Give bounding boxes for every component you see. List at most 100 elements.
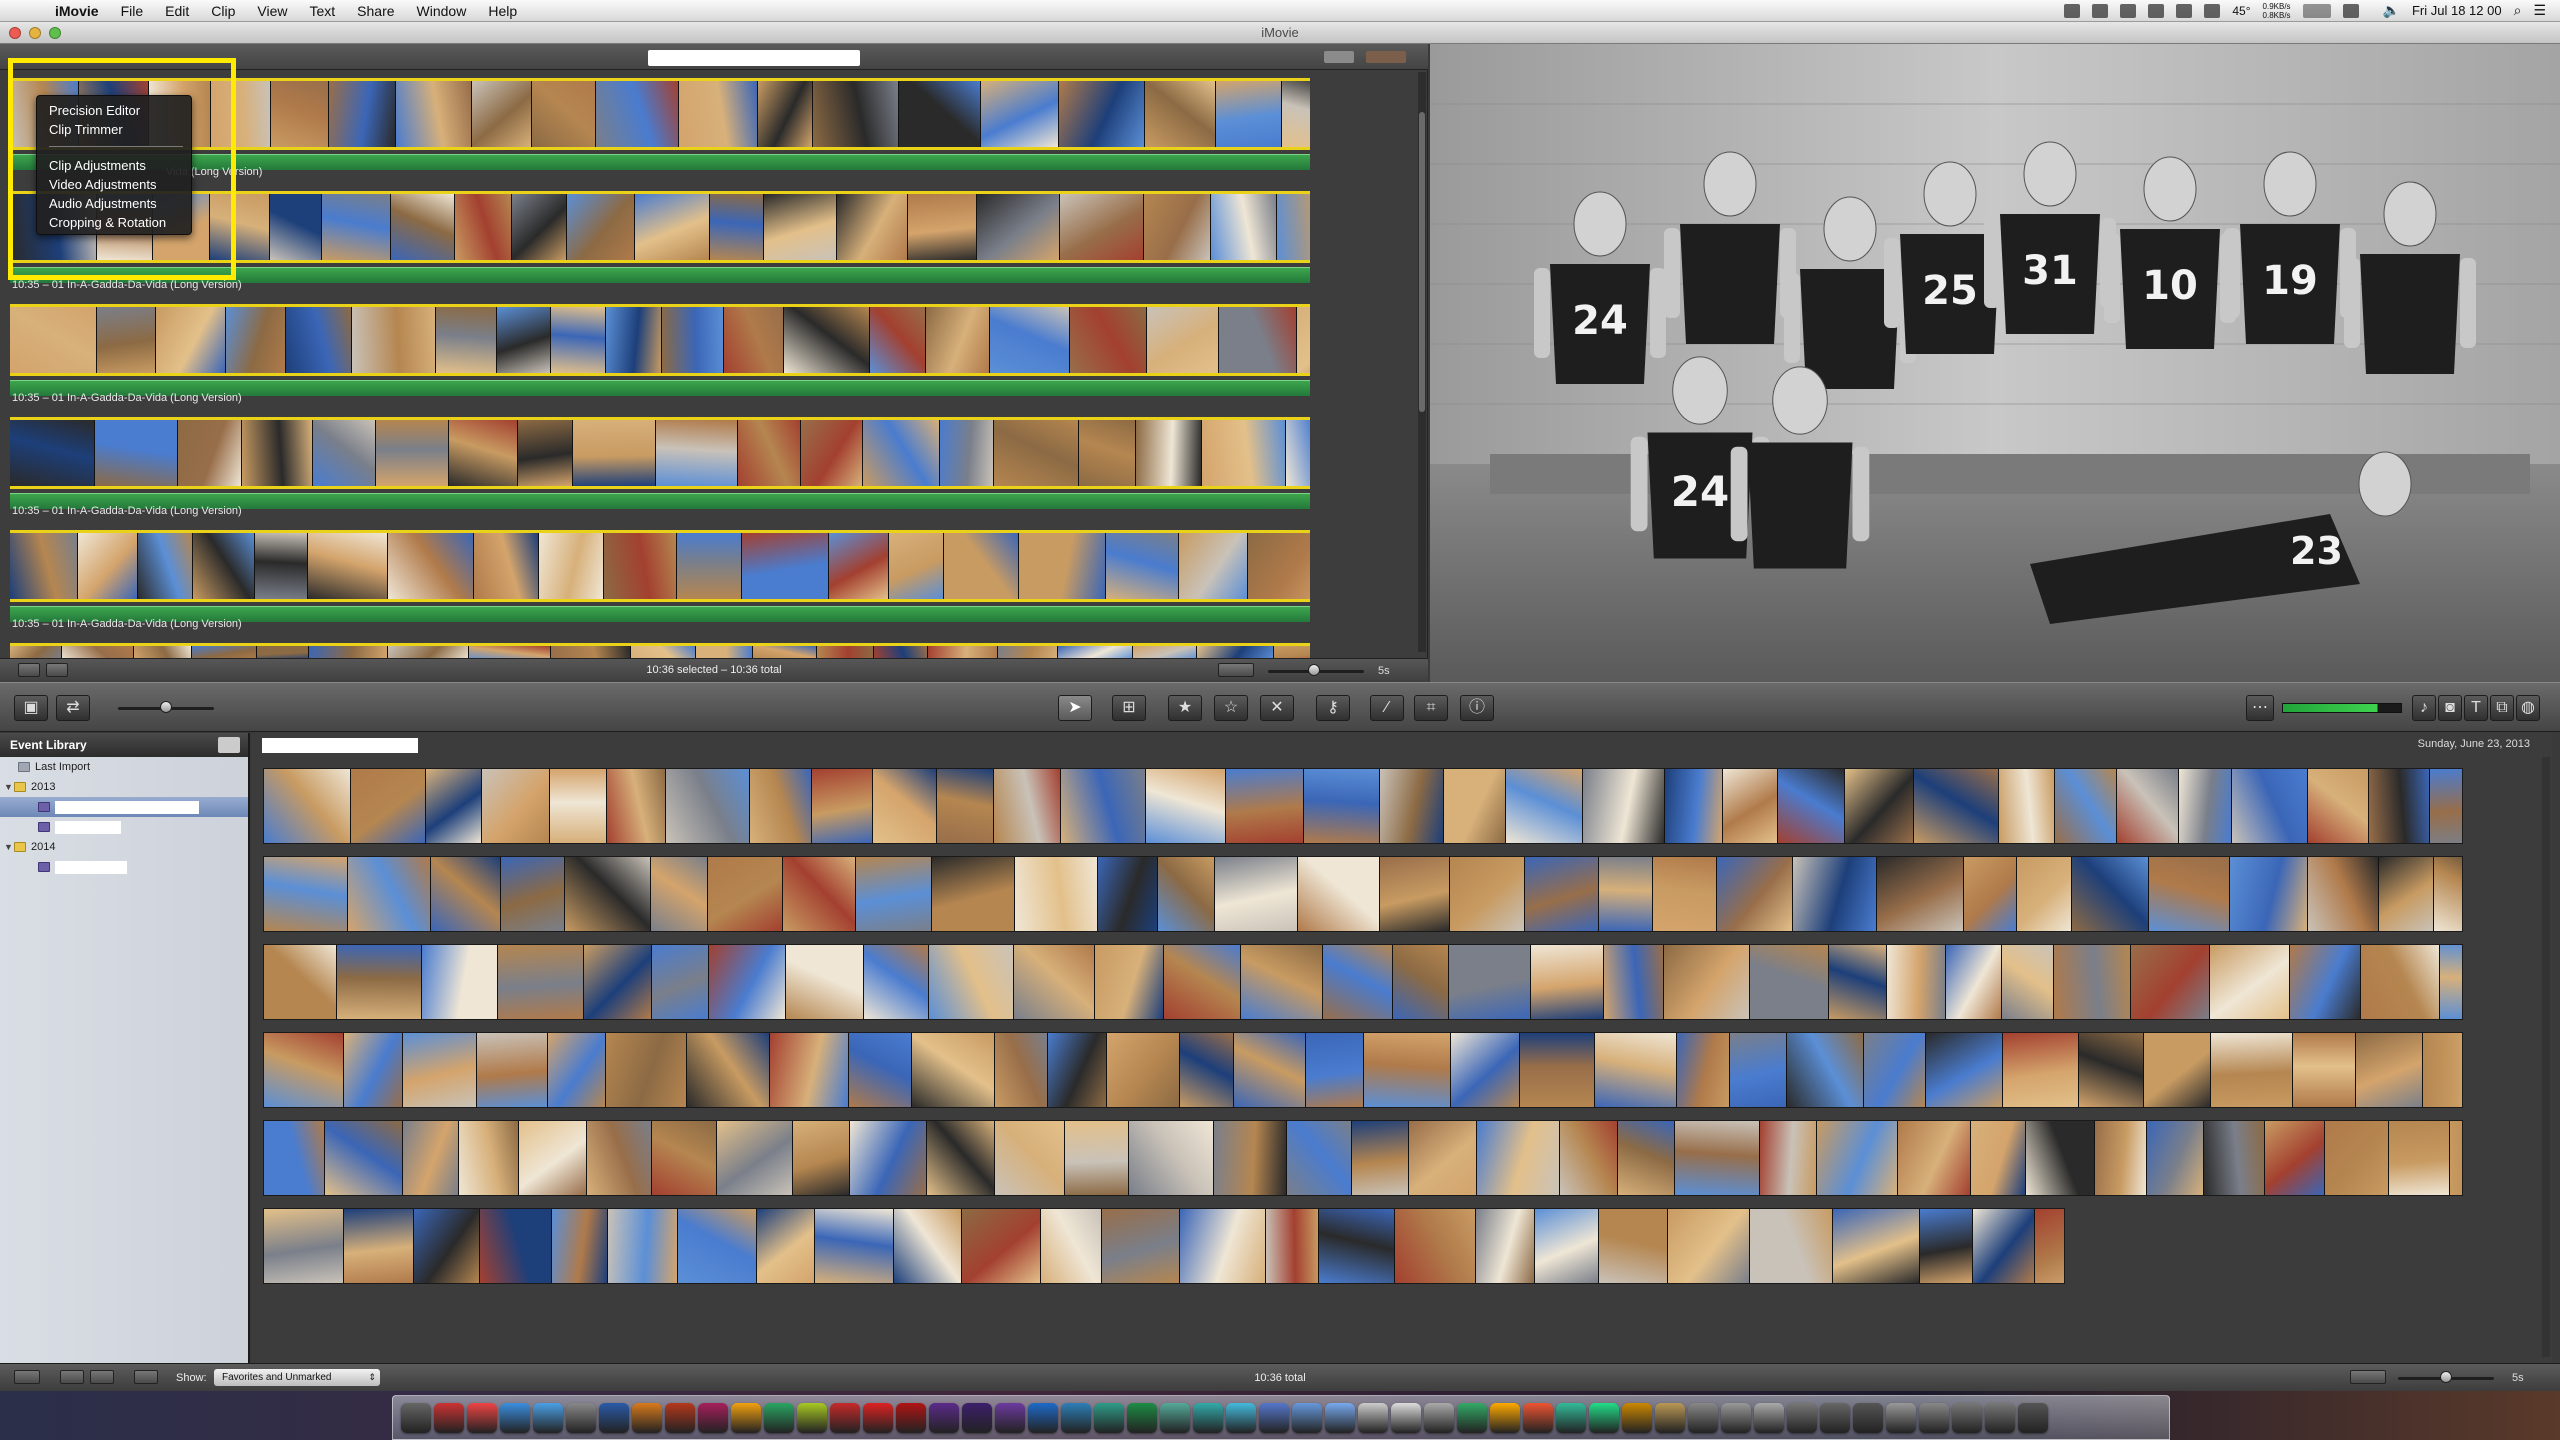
clip-thumbnail[interactable] (977, 194, 1060, 260)
dock-app-icon[interactable] (896, 1402, 926, 1433)
clip-thumbnail[interactable] (1520, 1033, 1595, 1107)
dock-app-icon[interactable] (1952, 1402, 1982, 1433)
dock-app-icon[interactable] (1853, 1402, 1883, 1433)
dock-app-icon[interactable] (1754, 1402, 1784, 1433)
clip-thumbnail[interactable] (480, 1209, 552, 1283)
thumbnail-size-button[interactable] (1218, 663, 1254, 677)
info-icon[interactable]: ⓘ (1460, 695, 1494, 721)
clip-thumbnail[interactable] (1665, 769, 1723, 843)
clip-thumbnail[interactable] (1282, 81, 1310, 147)
clip-thumbnail[interactable] (344, 1209, 414, 1283)
clip-thumbnail[interactable] (1964, 857, 2017, 931)
clip-thumbnail[interactable] (2379, 857, 2434, 931)
dock-app-icon[interactable] (995, 1402, 1025, 1433)
dock-app-icon[interactable] (1391, 1402, 1421, 1433)
clip-thumbnail[interactable] (604, 533, 677, 599)
clip-thumbnail[interactable] (1241, 945, 1323, 1019)
clip-thumbnail[interactable] (1180, 1209, 1266, 1283)
clip-thumbnail[interactable] (10, 420, 95, 486)
menu-clip[interactable]: Clip (200, 0, 246, 22)
clip-thumbnail[interactable] (687, 1033, 770, 1107)
clip-thumbnail[interactable] (286, 307, 352, 373)
clip-thumbnail[interactable] (889, 533, 944, 599)
search-icon[interactable]: ⌕ (2514, 2, 2522, 19)
clip-thumbnail[interactable] (717, 1121, 793, 1195)
clip-thumbnail[interactable] (1664, 945, 1750, 1019)
dock-app-icon[interactable] (1688, 1402, 1718, 1433)
clip-thumbnail[interactable] (786, 945, 864, 1019)
clip-thumbnail[interactable] (403, 1121, 459, 1195)
clip-thumbnail[interactable] (2117, 769, 2179, 843)
clip-thumbnail[interactable] (2095, 1121, 2147, 1195)
clip-thumbnail[interactable] (912, 1033, 995, 1107)
clip-thumbnail[interactable] (1595, 1033, 1677, 1107)
clip-thumbnail[interactable] (2079, 1033, 2144, 1107)
clip-thumbnail[interactable] (78, 533, 138, 599)
clip-thumbnail[interactable] (436, 307, 497, 373)
clip-thumbnail[interactable] (352, 307, 436, 373)
thumbnail-size-button[interactable] (2350, 1370, 2386, 1384)
clip-thumbnail[interactable] (709, 945, 786, 1019)
clip-thumbnail[interactable] (138, 533, 193, 599)
clip-thumbnail[interactable] (1015, 857, 1098, 931)
minimize-button[interactable] (29, 27, 41, 39)
clip-thumbnail[interactable] (1323, 945, 1393, 1019)
clip-thumbnail[interactable] (565, 857, 651, 931)
clip-thumbnail[interactable] (1787, 1033, 1864, 1107)
menu-help[interactable]: Help (477, 0, 528, 22)
clip-thumbnail[interactable] (1750, 1209, 1833, 1283)
project-scrollbar[interactable] (1418, 72, 1426, 652)
clip-thumbnail[interactable] (2179, 769, 2232, 843)
menu-item-cropping-rotation[interactable]: Cropping & Rotation (37, 213, 191, 232)
clip-thumbnail[interactable] (512, 194, 567, 260)
clip-thumbnail[interactable] (908, 194, 977, 260)
audio-skimming-button[interactable]: ⋯ (2246, 695, 2274, 721)
clip-thumbnail[interactable] (1226, 769, 1304, 843)
star-icon[interactable]: ★ (1168, 695, 1202, 721)
clip-thumbnail[interactable] (1297, 307, 1310, 373)
reject-icon[interactable]: ✕ (1260, 695, 1294, 721)
clip-thumbnail[interactable] (348, 857, 431, 931)
clip-thumbnail[interactable] (1444, 769, 1506, 843)
clip-thumbnail[interactable] (1395, 1209, 1476, 1283)
dock-app-icon[interactable] (1655, 1402, 1685, 1433)
clip-thumbnail[interactable] (270, 194, 322, 260)
event-clip-strip[interactable] (264, 1033, 2462, 1107)
clip-thumbnail[interactable] (1817, 1121, 1898, 1195)
dock-app-icon[interactable] (1820, 1402, 1850, 1433)
clip-thumbnail[interactable] (551, 307, 606, 373)
clip-thumbnail[interactable] (1286, 420, 1310, 486)
project-clip-strip[interactable] (10, 417, 1310, 489)
clip-thumbnail[interactable] (1723, 769, 1778, 843)
dock-app-icon[interactable] (434, 1402, 464, 1433)
clip-thumbnail[interactable] (837, 194, 908, 260)
clip-thumbnail[interactable] (929, 945, 1014, 1019)
clip-thumbnail[interactable] (497, 307, 551, 373)
clip-thumbnail[interactable] (226, 307, 286, 373)
tray-app-icon[interactable] (2064, 3, 2081, 18)
clip-thumbnail[interactable] (873, 769, 937, 843)
clip-thumbnail[interactable] (1599, 857, 1653, 931)
clip-thumbnail[interactable] (459, 1121, 519, 1195)
clip-thumbnail[interactable] (1887, 945, 1946, 1019)
dock-app-icon[interactable] (863, 1402, 893, 1433)
clip-thumbnail[interactable] (813, 81, 899, 147)
eject-icon[interactable] (218, 737, 240, 753)
clip-thumbnail[interactable] (801, 420, 863, 486)
dock-app-icon[interactable] (797, 1402, 827, 1433)
clip-thumbnail[interactable] (193, 533, 255, 599)
disclosure-triangle-icon[interactable]: ▼ (4, 777, 14, 797)
clip-thumbnail[interactable] (1845, 769, 1914, 843)
clip-thumbnail[interactable] (573, 420, 656, 486)
clip-thumbnail[interactable] (2204, 1121, 2265, 1195)
clip-thumbnail[interactable] (2131, 945, 2210, 1019)
clip-thumbnail[interactable] (994, 420, 1079, 486)
clip-thumbnail[interactable] (1215, 857, 1298, 931)
bluetooth-icon[interactable] (2342, 3, 2359, 18)
menu-item-precision-editor[interactable]: Precision Editor (37, 101, 191, 120)
clip-thumbnail[interactable] (1304, 769, 1380, 843)
clip-thumbnail[interactable] (1525, 857, 1599, 931)
clip-thumbnail[interactable] (783, 857, 856, 931)
clip-thumbnail[interactable] (2290, 945, 2361, 1019)
dock-app-icon[interactable] (830, 1402, 860, 1433)
